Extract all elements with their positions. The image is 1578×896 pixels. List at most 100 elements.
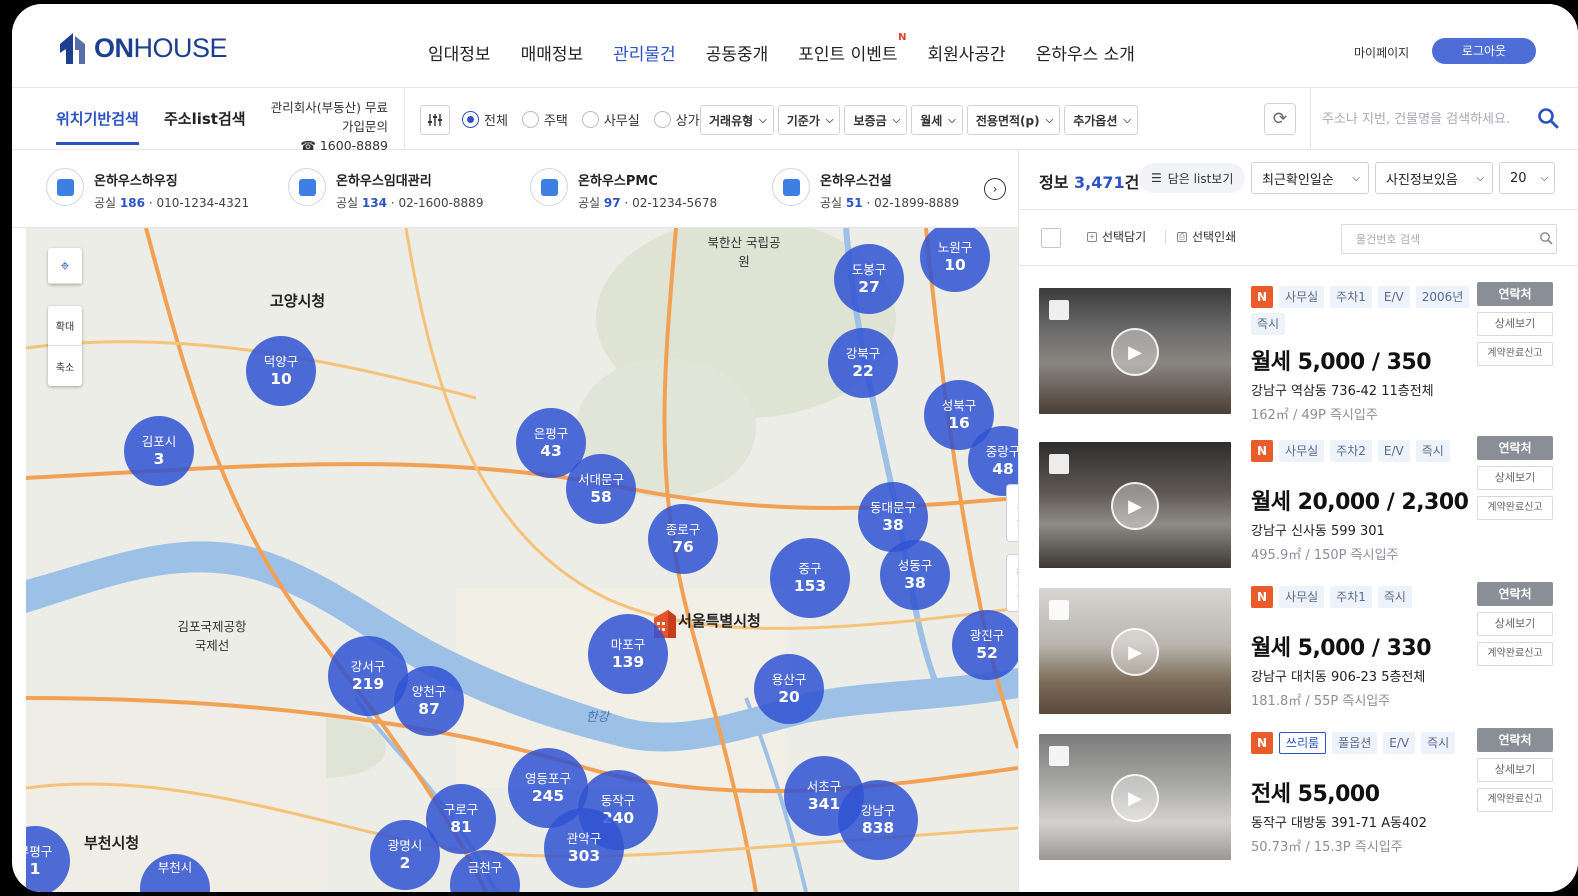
nav-member-space[interactable]: 회원사공간 bbox=[928, 40, 1006, 65]
listing-checkbox[interactable] bbox=[1049, 746, 1069, 766]
partner-card[interactable]: 온하우스하우징 공실 186 · 010-1234-4321 bbox=[46, 168, 249, 211]
map-label-bucheon: 부천시청 bbox=[84, 834, 140, 852]
listing-card[interactable]: ▶ N 사무실 주차1 즉시 월세 5,000 / 330 강남구 대치동 90… bbox=[1019, 582, 1578, 728]
partner-card[interactable]: 온하우스PMC 공실 97 · 02-1234-5678 bbox=[530, 168, 717, 211]
contract-report-button[interactable]: 계약완료신고 bbox=[1477, 496, 1553, 520]
radio-house[interactable]: 주택 bbox=[521, 110, 568, 129]
map-cluster[interactable]: 종로구 76 bbox=[648, 504, 718, 574]
saved-list-button[interactable]: ☰ 담은 list보기 bbox=[1139, 163, 1246, 193]
select-print-button[interactable]: ⎙ 선택인쇄 bbox=[1177, 228, 1236, 245]
listing-card[interactable]: ▶ N 쓰리룸 풀옵션 E/V 즉시 전세 55,000 동작구 대방동 391… bbox=[1019, 728, 1578, 874]
map-locate-control[interactable]: ⌖ bbox=[48, 248, 82, 284]
property-number-search-input[interactable] bbox=[1341, 224, 1557, 254]
play-icon[interactable]: ▶ bbox=[1111, 328, 1159, 376]
detail-button[interactable]: 상세보기 bbox=[1477, 612, 1553, 636]
select-save-button[interactable]: + 선택담기 bbox=[1087, 228, 1146, 245]
map-cluster[interactable]: 중구 153 bbox=[770, 538, 850, 618]
expand-panel-toggle[interactable]: 펼치기 bbox=[1006, 554, 1018, 612]
page-size-select[interactable]: 20 ⌵ bbox=[1499, 162, 1555, 194]
listing-thumbnail[interactable]: ▶ bbox=[1039, 588, 1231, 714]
zoom-out-button[interactable]: 축소 bbox=[48, 346, 82, 386]
play-icon[interactable]: ▶ bbox=[1111, 774, 1159, 822]
dropdown-label: 기준가 bbox=[786, 113, 820, 128]
partner-meta: 공실 97 · 02-1234-5678 bbox=[578, 196, 718, 210]
listing-checkbox[interactable] bbox=[1049, 454, 1069, 474]
nav-rental-info[interactable]: 임대정보 bbox=[428, 40, 491, 65]
crosshair-icon[interactable]: ⌖ bbox=[48, 248, 82, 284]
map-cluster[interactable]: 김포시 3 bbox=[124, 416, 194, 486]
detail-button[interactable]: 상세보기 bbox=[1477, 758, 1553, 782]
listing-thumbnail[interactable]: ▶ bbox=[1039, 442, 1231, 568]
photo-filter-select[interactable]: 사진정보있음 ⌵ bbox=[1375, 162, 1493, 194]
contract-report-button[interactable]: 계약완료신고 bbox=[1477, 788, 1553, 812]
map-cluster[interactable]: 광명시 2 bbox=[370, 820, 440, 890]
detail-button[interactable]: 상세보기 bbox=[1477, 466, 1553, 490]
listing-thumbnail[interactable]: ▶ bbox=[1039, 734, 1231, 860]
partner-card[interactable]: 온하우스건설 공실 51 · 02-1899-8889 bbox=[772, 168, 959, 211]
radio-store[interactable]: 상가 bbox=[653, 110, 700, 129]
radio-office[interactable]: 사무실 bbox=[581, 110, 640, 129]
dropdown-deposit[interactable]: 보증금 ⌵ bbox=[844, 105, 908, 135]
listing-price: 전세 55,000 bbox=[1251, 782, 1380, 807]
nav-sale-info[interactable]: 매매정보 bbox=[521, 40, 584, 65]
map-cluster[interactable]: 양천구 87 bbox=[394, 666, 464, 736]
detail-button[interactable]: 상세보기 bbox=[1477, 312, 1553, 336]
map-cluster[interactable]: 덕양구 10 bbox=[246, 336, 316, 406]
map-cluster[interactable]: 성동구 38 bbox=[880, 540, 950, 610]
sort-select[interactable]: 최근확인일순 ⌵ bbox=[1251, 162, 1369, 194]
partner-join-info[interactable]: 관리회사(부동산) 무료 가입문의 ☎ 1600-8889 bbox=[258, 98, 388, 155]
dropdown-base-price[interactable]: 기준가 ⌵ bbox=[777, 105, 841, 135]
contact-button[interactable]: 연락처 bbox=[1477, 282, 1553, 306]
refresh-button[interactable]: ⟳ bbox=[1264, 103, 1296, 135]
radio-all[interactable]: 전체 bbox=[462, 110, 508, 129]
partner-card[interactable]: 온하우스임대관리 공실 134 · 02-1600-8889 bbox=[288, 168, 483, 211]
map-cluster[interactable]: 광진구 52 bbox=[952, 610, 1018, 680]
onhouse-logo[interactable]: ONHOUSE bbox=[58, 30, 228, 66]
listing-card[interactable]: ▶ N 사무실 주차2 E/V 즉시 월세 20,000 / 2,300 강남구… bbox=[1019, 436, 1578, 582]
contract-report-button[interactable]: 계약완료신고 bbox=[1477, 342, 1553, 366]
play-icon[interactable]: ▶ bbox=[1111, 628, 1159, 676]
play-icon[interactable]: ▶ bbox=[1111, 482, 1159, 530]
nav-about[interactable]: 온하우스 소개 bbox=[1036, 40, 1135, 65]
map-cluster[interactable]: 용산구 20 bbox=[754, 654, 824, 724]
listing-tag: 즉시 bbox=[1251, 313, 1286, 335]
logout-button[interactable]: 로그아웃 bbox=[1432, 38, 1536, 64]
listing-tag: E/V bbox=[1377, 440, 1410, 462]
contract-report-button[interactable]: 계약완료신고 bbox=[1477, 642, 1553, 666]
tab-address-list-search[interactable]: 주소list검색 bbox=[164, 108, 246, 129]
map-view[interactable]: 고양시청 서울특별시청 부천시청 북한산 국립공원 한강 김포국제공항 국제선 … bbox=[26, 228, 1018, 892]
listing-checkbox[interactable] bbox=[1049, 600, 1069, 620]
listing-card[interactable]: ▶ N 사무실 주차1 E/V 2006년 즉시 월세 5,000 / 350 … bbox=[1019, 282, 1578, 428]
partner-next-button[interactable]: › bbox=[984, 178, 1006, 200]
nav-point-event[interactable]: 포인트 이벤트 N bbox=[798, 32, 906, 65]
map-cluster[interactable]: 서대문구 58 bbox=[566, 454, 636, 524]
filter-settings-button[interactable] bbox=[420, 105, 450, 135]
map-cluster[interactable]: 강북구 22 bbox=[828, 328, 898, 398]
contact-button[interactable]: 연락처 bbox=[1477, 728, 1553, 752]
contact-button[interactable]: 연락처 bbox=[1477, 582, 1553, 606]
map-cluster[interactable]: 도봉구 27 bbox=[834, 244, 904, 314]
dropdown-area[interactable]: 전용면적(p) ⌵ bbox=[966, 105, 1061, 135]
search-icon[interactable] bbox=[1536, 106, 1560, 130]
dropdown-extra-options[interactable]: 추가옵션 ⌵ bbox=[1064, 105, 1138, 135]
zoom-in-button[interactable]: 확대 bbox=[48, 306, 82, 346]
address-search-input[interactable] bbox=[1322, 106, 1532, 132]
listing-tag: 즉시 bbox=[1415, 440, 1450, 462]
tab-location-search[interactable]: 위치기반검색 bbox=[56, 108, 139, 145]
dropdown-monthly-rent[interactable]: 월세 ⌵ bbox=[911, 105, 963, 135]
listing-thumbnail[interactable]: ▶ bbox=[1039, 288, 1231, 414]
page-size-label: 20 bbox=[1510, 170, 1527, 186]
map-cluster[interactable]: 마포구 139 bbox=[588, 614, 668, 694]
dropdown-deal-type[interactable]: 거래유형 ⌵ bbox=[700, 105, 774, 135]
fold-panel-toggle[interactable]: 접기 bbox=[1006, 484, 1018, 542]
radio-label: 주택 bbox=[543, 114, 568, 129]
mypage-link[interactable]: 마이페이지 bbox=[1354, 44, 1409, 61]
nav-joint-brokerage[interactable]: 공동중개 bbox=[706, 40, 769, 65]
contact-button[interactable]: 연락처 bbox=[1477, 436, 1553, 460]
nav-managed-properties[interactable]: 관리물건 bbox=[613, 40, 676, 65]
select-all-checkbox[interactable] bbox=[1041, 228, 1061, 248]
search-icon[interactable] bbox=[1539, 231, 1553, 245]
listing-checkbox[interactable] bbox=[1049, 300, 1069, 320]
map-cluster[interactable]: 강남구 838 bbox=[838, 780, 918, 860]
map-cluster[interactable]: 관악구 303 bbox=[544, 808, 624, 888]
